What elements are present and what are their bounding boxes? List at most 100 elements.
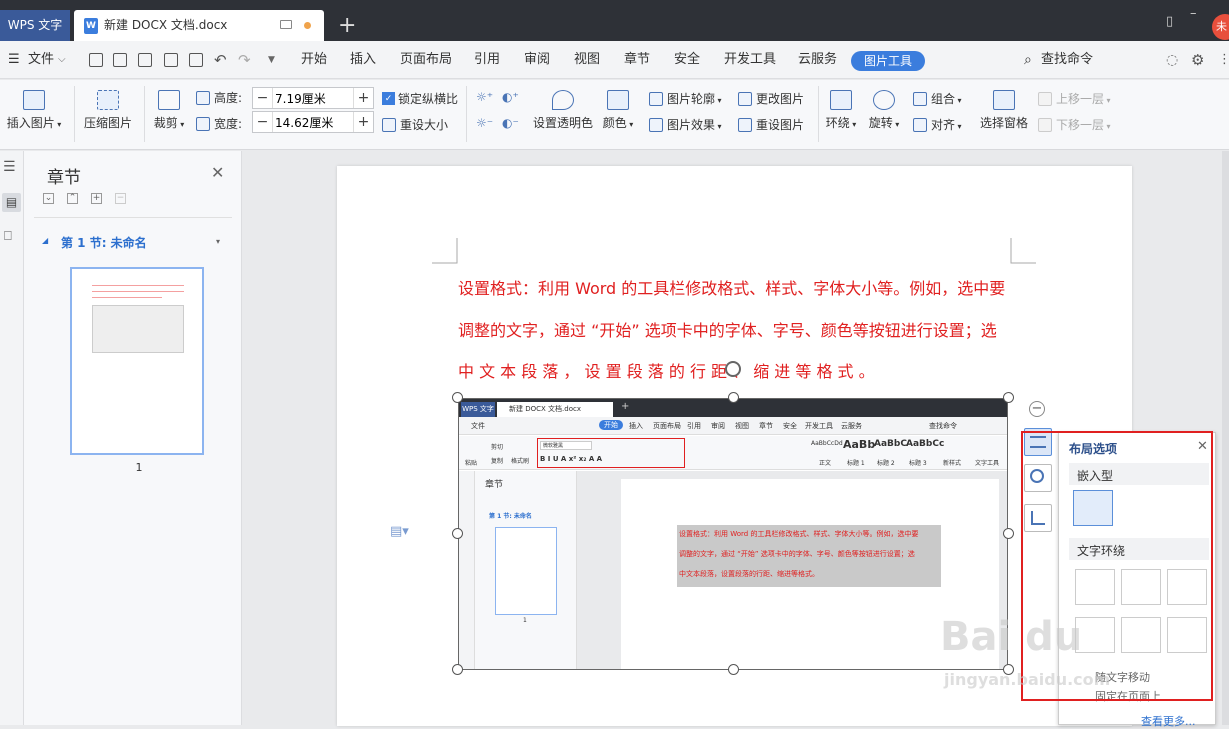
- tab-chapter[interactable]: 章节: [624, 41, 650, 79]
- expand-icon[interactable]: ⌃: [67, 193, 78, 204]
- search-icon[interactable]: ⌕: [1024, 41, 1032, 79]
- section-item[interactable]: 第 1 节: 未命名: [61, 234, 147, 251]
- selection-pane-label: 选择窗格: [979, 116, 1028, 130]
- user-avatar[interactable]: 未: [1212, 14, 1229, 40]
- reset-size-button[interactable]: 重设大小: [382, 116, 448, 133]
- hamburger-icon[interactable]: ☰: [8, 41, 20, 79]
- section-menu-icon[interactable]: ▾: [216, 237, 220, 246]
- resize-handle-s[interactable]: [728, 664, 739, 675]
- document-tab[interactable]: W 新建 DOCX 文档.docx: [74, 10, 324, 41]
- window-mode-icon[interactable]: [280, 20, 292, 29]
- compress-picture-button[interactable]: 压缩图片: [82, 90, 134, 131]
- tab-page-layout[interactable]: 页面布局: [400, 41, 452, 79]
- rotate-button[interactable]: 旋转 ▾: [866, 90, 902, 131]
- width-input[interactable]: [275, 113, 349, 131]
- height-increase-button[interactable]: +: [353, 88, 373, 108]
- resize-handle-e[interactable]: [1003, 528, 1014, 539]
- height-stepper[interactable]: − +: [252, 87, 374, 109]
- paragraph-line-2[interactable]: 调整的文字，通过 “开始” 选项卡中的字体、字号、颜色等按钮进行设置；选: [458, 317, 1014, 341]
- wrap-button[interactable]: 环绕 ▾: [823, 90, 859, 131]
- lock-ratio-checkbox[interactable]: ✓: [382, 92, 395, 105]
- undo-icon[interactable]: ↶: [214, 41, 227, 79]
- align-button[interactable]: 对齐 ▾: [913, 116, 962, 133]
- contrast-down-icon[interactable]: ◐⁻: [502, 116, 519, 130]
- gear-icon[interactable]: ⚙: [1191, 41, 1204, 79]
- collapse-float-icon[interactable]: −: [1029, 401, 1045, 417]
- chevron-down-icon[interactable]: ⌵: [58, 41, 66, 79]
- embedded-left-strip: [459, 471, 475, 669]
- width-stepper[interactable]: − +: [252, 111, 374, 133]
- print-icon[interactable]: [164, 53, 178, 67]
- page-thumbnail[interactable]: 1: [70, 267, 204, 474]
- width-increase-button[interactable]: +: [353, 112, 373, 132]
- picture-outline-button[interactable]: 图片轮廓 ▾: [649, 90, 722, 107]
- embedded-copy: 复制: [491, 458, 504, 465]
- crop-button[interactable]: 裁剪 ▾: [150, 90, 188, 131]
- brightness-up-icon[interactable]: ☼⁺: [476, 90, 493, 104]
- embedded-tab-review: 审阅: [711, 422, 725, 430]
- tab-start[interactable]: 开始: [301, 41, 327, 79]
- menu-bar: ☰ 文件 ⌵ ↶ ↷ ▼ 开始 插入 页面布局 引用 审阅 视图 章节 安全 开…: [0, 41, 1229, 79]
- contrast-up-icon[interactable]: ◐⁺: [502, 90, 519, 104]
- insert-picture-button[interactable]: 插入图片 ▾: [4, 90, 64, 131]
- remove-section-icon[interactable]: −: [115, 193, 126, 204]
- command-search[interactable]: 查找命令: [1041, 41, 1093, 79]
- quick-access-more-icon[interactable]: ▼: [268, 41, 275, 79]
- app-tab[interactable]: WPS 文字: [0, 10, 70, 41]
- height-decrease-button[interactable]: −: [253, 88, 273, 108]
- outline-list-icon[interactable]: ☰: [3, 159, 16, 175]
- collapse-icon[interactable]: ⌄: [43, 193, 54, 204]
- embedded-style-preview-2: AaBb: [843, 438, 876, 451]
- width-icon: [196, 117, 210, 131]
- picture-effect-button[interactable]: 图片效果 ▾: [649, 116, 722, 133]
- see-more-link[interactable]: 查看更多...: [1141, 713, 1196, 729]
- section-expand-icon[interactable]: ◢: [42, 236, 48, 245]
- rotate-handle[interactable]: [725, 361, 741, 377]
- paragraph-line-1[interactable]: 设置格式：利用 Word 的工具栏修改格式、样式、字体大小等。例如，选中要: [458, 275, 1014, 299]
- resize-handle-w[interactable]: [452, 528, 463, 539]
- add-section-icon[interactable]: +: [91, 193, 102, 204]
- minimize-icon[interactable]: –: [1190, 6, 1197, 21]
- group-button[interactable]: 组合 ▾: [913, 90, 962, 107]
- chapter-nav-icon[interactable]: ▤: [2, 193, 21, 212]
- print-preview-icon[interactable]: [189, 53, 203, 67]
- tab-insert[interactable]: 插入: [350, 41, 376, 79]
- more-icon[interactable]: ⋮: [1218, 41, 1229, 79]
- tab-review[interactable]: 审阅: [524, 41, 550, 79]
- window-layout-icon[interactable]: ▯: [1166, 14, 1173, 29]
- change-picture-icon: [738, 92, 752, 106]
- comment-icon[interactable]: ◌: [1166, 41, 1178, 79]
- brightness-down-icon[interactable]: ☼⁻: [476, 116, 493, 130]
- color-button[interactable]: 颜色 ▾: [600, 90, 636, 131]
- tab-reference[interactable]: 引用: [474, 41, 500, 79]
- resize-handle-n[interactable]: [728, 392, 739, 403]
- redo-icon[interactable]: ↷: [238, 41, 251, 79]
- panel-title: 章节: [47, 168, 81, 188]
- tab-view[interactable]: 视图: [574, 41, 600, 79]
- selection-pane-button[interactable]: 选择窗格: [978, 90, 1030, 131]
- tab-developer[interactable]: 开发工具: [724, 41, 776, 79]
- change-picture-button[interactable]: 更改图片: [738, 90, 804, 107]
- paragraph-marker-icon[interactable]: ▤▾: [390, 524, 409, 539]
- tab-security[interactable]: 安全: [674, 41, 700, 79]
- bookmark-icon[interactable]: ⎕: [4, 229, 12, 244]
- open-icon[interactable]: [89, 53, 103, 67]
- bring-forward-button[interactable]: 上移一层 ▾: [1038, 90, 1111, 107]
- resize-handle-ne[interactable]: [1003, 392, 1014, 403]
- new-tab-button[interactable]: +: [338, 10, 356, 41]
- send-backward-button[interactable]: 下移一层 ▾: [1038, 116, 1111, 133]
- height-input[interactable]: [275, 89, 349, 107]
- save-icon[interactable]: [113, 53, 127, 67]
- width-decrease-button[interactable]: −: [253, 112, 273, 132]
- resize-handle-nw[interactable]: [452, 392, 463, 403]
- selected-picture[interactable]: WPS 文字 新建 DOCX 文档.docx + 文件 开始 插入 页面布局 引…: [458, 398, 1008, 670]
- file-menu[interactable]: 文件: [28, 41, 54, 79]
- vertical-scrollbar[interactable]: [1222, 151, 1229, 725]
- reset-picture-button[interactable]: 重设图片: [738, 116, 804, 133]
- export-pdf-icon[interactable]: [138, 53, 152, 67]
- tab-picture-tools[interactable]: 图片工具: [851, 51, 925, 71]
- set-transparent-button[interactable]: 设置透明色: [530, 90, 596, 131]
- tab-cloud[interactable]: 云服务: [798, 41, 837, 79]
- resize-handle-sw[interactable]: [452, 664, 463, 675]
- close-icon[interactable]: ✕: [211, 163, 224, 182]
